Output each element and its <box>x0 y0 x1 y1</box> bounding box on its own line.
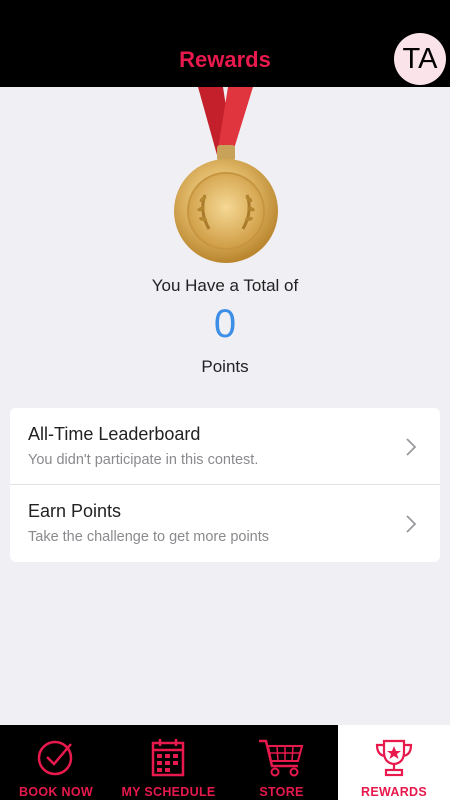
rewards-list: All-Time Leaderboard You didn't particip… <box>10 408 440 562</box>
tab-book-now[interactable]: BOOK NOW <box>0 725 112 800</box>
medal-icon <box>174 87 278 263</box>
cart-icon <box>259 739 304 777</box>
bottom-tab-bar: BOOK NOW MY SCHEDULE STORE REWARDS <box>0 725 450 800</box>
page-title: Rewards <box>179 47 271 72</box>
calendar-icon <box>151 739 185 777</box>
chevron-right-icon <box>406 438 417 456</box>
tab-rewards[interactable]: REWARDS <box>338 725 450 800</box>
avatar[interactable]: TA <box>394 33 446 85</box>
list-item-subtitle: Take the challenge to get more points <box>28 529 270 545</box>
points-total-label: You Have a Total of <box>151 276 299 295</box>
tab-my-schedule[interactable]: MY SCHEDULE <box>112 725 225 800</box>
list-item-subtitle: You didn't participate in this contest. <box>28 452 259 468</box>
list-item-leaderboard[interactable]: All-Time Leaderboard You didn't particip… <box>10 408 440 485</box>
points-value: 0 <box>213 302 237 346</box>
chevron-right-icon <box>406 515 417 533</box>
check-circle-icon <box>37 740 73 776</box>
list-item-earn-points[interactable]: Earn Points Take the challenge to get mo… <box>10 485 440 562</box>
tab-store[interactable]: STORE <box>225 725 338 800</box>
tab-label: REWARDS <box>361 785 427 799</box>
list-item-title: Earn Points <box>28 501 122 521</box>
tab-label: BOOK NOW <box>19 785 93 799</box>
trophy-icon <box>375 739 413 777</box>
list-item-title: All-Time Leaderboard <box>28 424 201 444</box>
points-unit-label: Points <box>201 357 249 376</box>
tab-label: STORE <box>259 785 304 799</box>
app-header: Rewards TA <box>0 0 450 87</box>
tab-label: MY SCHEDULE <box>121 785 216 799</box>
